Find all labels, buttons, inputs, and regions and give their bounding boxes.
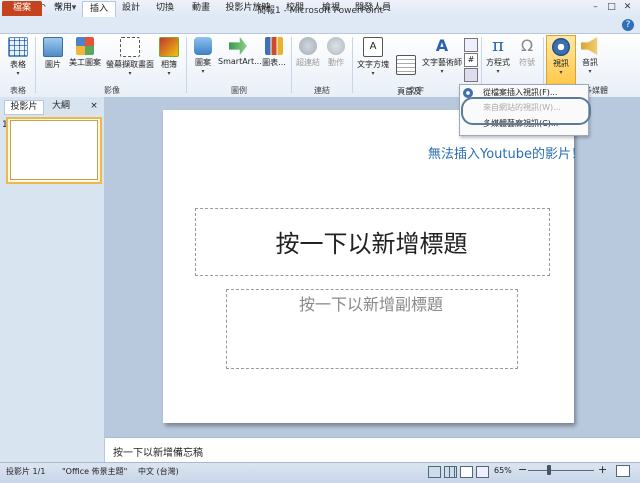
globe-icon [299,37,317,55]
slide-number-icon[interactable]: # [464,53,478,67]
screenshot-button[interactable]: 螢幕擷取畫面 ▾ [105,37,155,77]
smartart-button[interactable]: SmartArt... [218,37,262,66]
pi-icon: π [492,35,504,56]
chevron-down-icon: ▾ [588,68,592,75]
picture-icon [43,37,63,57]
minimize-icon[interactable]: – [588,1,603,14]
theme-status: "Office 佈景主題" [62,467,128,476]
speaker-icon [581,37,598,55]
normal-view-icon[interactable] [428,466,441,478]
group-label-links: 連結 [314,86,330,95]
reading-view-icon[interactable] [460,466,473,478]
shapes-button[interactable]: 圖案 ▾ [190,37,216,75]
tab-slides[interactable]: 投影片 [4,100,44,115]
group-label-images: 影像 [104,86,120,95]
annotation-text: 無法插入Youtube的影片！ [428,147,584,162]
tab-view[interactable]: 檢視 [316,1,346,16]
fit-to-window-icon[interactable] [616,465,630,477]
close-icon[interactable]: × [88,100,100,113]
maximize-icon[interactable]: □ [604,1,619,14]
tab-outline[interactable]: 大綱 [46,100,76,113]
tab-transitions[interactable]: 切換 [150,1,180,16]
chevron-down-icon: ▾ [128,70,132,77]
chevron-down-icon: ▾ [559,69,563,76]
header-footer-icon [396,55,416,75]
group-divider [35,37,36,93]
film-reel-icon [552,38,570,56]
chevron-down-icon: ▾ [16,70,20,77]
group-label-illustrations: 圖例 [231,86,247,95]
tab-slideshow[interactable]: 投影片放映 [222,1,274,16]
screenshot-icon [120,37,140,57]
group-divider [352,37,353,93]
symbol-button[interactable]: Ω 符號 [514,37,540,68]
shapes-icon [194,37,212,55]
picture-button[interactable]: 圖片 [40,37,66,70]
bar-chart-icon [265,37,283,55]
zoom-slider-track[interactable] [528,470,594,471]
zoom-in-icon[interactable]: + [598,463,607,476]
slide-count-status: 投影片 1/1 [6,467,46,476]
chevron-down-icon: ▾ [496,68,500,75]
wordart-icon: A [435,36,449,55]
equation-button[interactable]: π 方程式 ▾ [484,35,512,76]
tab-review[interactable]: 校閱 [280,1,310,16]
title-placeholder[interactable]: 按一下以新增標題 [195,224,548,259]
clip-art-button[interactable]: 美工圖案 [68,37,102,68]
chevron-down-icon: ▾ [371,70,375,77]
hyperlink-button[interactable]: 超連結 [294,37,322,68]
action-button[interactable]: 動作 [324,37,348,68]
photo-album-icon [159,37,179,57]
tab-insert[interactable]: 插入 [82,1,116,17]
tab-file[interactable]: 檔案 [2,1,42,16]
photo-album-button[interactable]: 相簿 ▾ [156,37,182,77]
audio-button[interactable]: 音訊 ▾ [577,37,603,75]
close-icon[interactable]: ✕ [620,1,635,14]
group-divider [291,37,292,93]
chevron-down-icon: ▾ [440,68,444,75]
smartart-icon [229,37,247,55]
slide-sorter-icon[interactable] [444,466,457,478]
notes-placeholder[interactable]: 按一下以新增備忘稿 [113,444,203,459]
chart-button[interactable]: 圖表... [260,37,288,68]
slide-thumbnail[interactable] [10,120,98,180]
date-time-icon[interactable] [464,38,478,52]
video-button[interactable]: 視訊 ▾ [546,35,576,85]
tab-animations[interactable]: 動畫 [186,1,216,16]
text-box-button[interactable]: A 文字方塊 ▾ [355,37,391,77]
highlight-ring [461,97,591,125]
film-reel-icon [463,87,473,98]
table-button[interactable]: 表格 ▾ [4,37,32,77]
omega-icon: Ω [520,36,534,55]
tab-design[interactable]: 設計 [116,1,146,16]
clip-art-icon [76,37,94,55]
ribbon-tab-bar [0,17,640,34]
text-box-icon: A [363,37,383,57]
language-status[interactable]: 中文 (台灣) [138,466,179,477]
group-label-table: 表格 [10,86,26,95]
help-icon[interactable]: ? [622,19,634,31]
tab-home[interactable]: 常用 [45,1,81,16]
zoom-level[interactable]: 65% [494,466,512,475]
star-icon [327,37,345,55]
wordart-button[interactable]: A 文字藝術師 ▾ [422,36,462,76]
table-icon [8,37,28,57]
zoom-slider-thumb[interactable] [547,465,551,475]
object-icon[interactable] [464,68,478,82]
zoom-out-icon[interactable]: − [518,463,527,476]
chevron-down-icon: ▾ [201,68,205,75]
subtitle-placeholder[interactable]: 按一下以新增副標題 [226,291,516,315]
tab-developer[interactable]: 開發人員 [352,1,394,16]
group-divider [186,37,187,93]
slideshow-icon[interactable] [476,466,489,478]
chevron-down-icon: ▾ [167,70,171,77]
